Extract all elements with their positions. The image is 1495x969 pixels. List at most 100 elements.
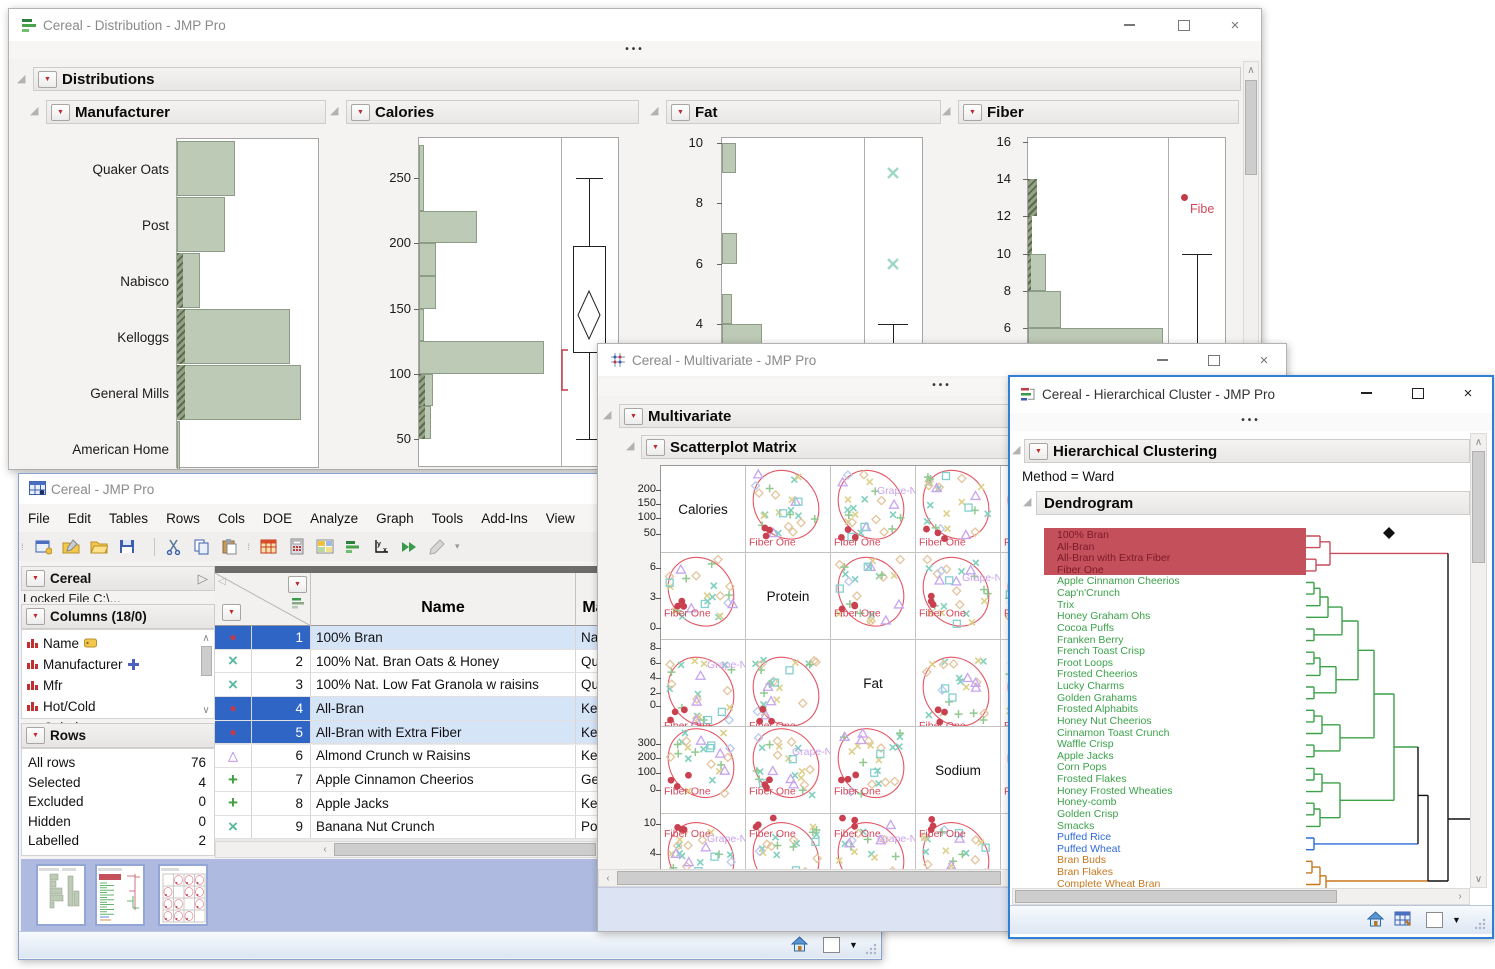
scrollbar-thumb[interactable] [1015, 890, 1337, 903]
dendrogram-leaf-label[interactable]: Bran Flakes [1057, 867, 1113, 879]
outlier-x-marker[interactable] [886, 257, 900, 271]
grid-corner-cell[interactable]: ◁▼▼ [215, 573, 311, 626]
toolbar-window-layout-button[interactable] [313, 536, 337, 558]
toolbar-edit-pencil-button[interactable] [425, 536, 449, 558]
scrollbar-thumb[interactable] [201, 646, 212, 676]
red-triangle-menu-icon[interactable]: ▼ [38, 71, 57, 88]
dendrogram-leaf-label[interactable]: Cap'n'Crunch [1057, 588, 1120, 600]
matrix-scatter-cell[interactable]: Fiber One [661, 727, 746, 814]
cluster-count-slider-diamond[interactable] [1383, 527, 1395, 539]
row-state-marker-cell[interactable]: × [215, 650, 252, 674]
vertical-scrollbar[interactable]: ∧ ∨ [1470, 433, 1487, 888]
toolbar-overflow-dots[interactable]: ••• [9, 41, 1261, 59]
histogram-bar[interactable] [722, 294, 732, 324]
red-triangle-menu-icon[interactable]: ▼ [963, 104, 982, 121]
histogram-bar[interactable] [419, 211, 477, 244]
home-icon[interactable] [791, 936, 808, 957]
row-number-cell[interactable]: 6 [252, 745, 311, 769]
row-number-cell[interactable]: 7 [252, 768, 311, 792]
menu-rows[interactable]: Rows [157, 511, 209, 526]
row-state-marker-cell[interactable]: ● [215, 721, 252, 745]
scrollbar-thumb[interactable] [1472, 451, 1485, 563]
maximize-button[interactable] [1162, 11, 1206, 39]
cell-name[interactable]: Banana Nut Crunch [311, 816, 576, 840]
minimize-button[interactable] [1107, 11, 1151, 39]
disclosure-icon[interactable]: ◢ [30, 106, 38, 117]
disclosure-icon[interactable]: ◢ [942, 106, 950, 117]
cell-name[interactable]: 100% Bran [311, 626, 576, 650]
red-triangle-menu-icon[interactable]: ▼ [26, 727, 45, 744]
cell-name[interactable]: All-Bran [311, 697, 576, 721]
column-header-name[interactable]: Name [311, 573, 576, 626]
toolbar-copy-button[interactable] [190, 536, 214, 558]
histogram-bar[interactable] [1028, 291, 1061, 328]
thumbnail-multivariate[interactable] [158, 864, 208, 926]
scroll-down-icon[interactable]: ∨ [1471, 872, 1486, 886]
distributions-outline-header[interactable]: ▼ Distributions [33, 67, 1241, 91]
distribution-titlebar[interactable]: Cereal - Distribution - JMP Pro × [9, 9, 1261, 41]
matrix-scatter-cell[interactable]: Fiber One [831, 727, 916, 814]
cell-name[interactable]: 100% Nat. Bran Oats & Honey [311, 650, 576, 674]
dendrogram-leaf-label[interactable]: Honey Nut Cheerios [1057, 716, 1152, 728]
toolbar-distribution-button[interactable] [341, 536, 365, 558]
table-panel-header[interactable]: ▼ Cereal ▷ [21, 566, 215, 591]
dendrogram-leaf-label[interactable]: Cocoa Puffs [1057, 623, 1114, 635]
row-number-cell[interactable]: 9 [252, 816, 311, 840]
histogram-bar[interactable] [419, 276, 436, 309]
histogram-bar[interactable] [177, 141, 235, 196]
thumbnail-distribution[interactable] [36, 864, 86, 926]
dendrogram-leaf-label[interactable]: Complete Wheat Bran [1057, 879, 1160, 888]
cell-name[interactable]: Apple Jacks [311, 792, 576, 816]
disclosure-icon[interactable]: ◢ [650, 106, 658, 117]
histogram-bar[interactable] [419, 309, 424, 342]
histogram-bar[interactable] [177, 309, 290, 364]
disclosure-icon[interactable]: ◢ [1012, 445, 1020, 456]
toolbar-save-button[interactable] [115, 536, 139, 558]
cell-name[interactable]: Almond Crunch w Raisins [311, 745, 576, 769]
row-state-marker-cell[interactable]: + [215, 792, 252, 816]
minimize-button[interactable] [1344, 379, 1388, 407]
cell-name[interactable]: Apple Cinnamon Cheerios [311, 768, 576, 792]
close-button[interactable]: × [1213, 11, 1257, 39]
scroll-right-icon[interactable]: › [1453, 890, 1467, 903]
toolbar-paste-button[interactable] [218, 536, 242, 558]
dendrogram-header[interactable]: Dendrogram [1036, 491, 1470, 515]
dendrogram-leaf-label[interactable]: Golden Crisp [1057, 809, 1118, 821]
menu-graph[interactable]: Graph [367, 511, 423, 526]
row-state-marker-cell[interactable]: + [215, 768, 252, 792]
scroll-left-icon[interactable]: ‹ [318, 843, 332, 856]
thumbnail-dendrogram[interactable] [95, 864, 145, 926]
menu-view[interactable]: View [537, 511, 584, 526]
scroll-down-icon[interactable]: ∨ [199, 704, 213, 716]
histogram-bar[interactable] [177, 197, 225, 252]
red-triangle-menu-icon[interactable]: ▼ [288, 576, 307, 593]
toolbar-workflow-button[interactable] [397, 536, 421, 558]
toolbar-open-import-button[interactable] [59, 536, 83, 558]
matrix-scatter-cell[interactable]: Fiber One [831, 553, 916, 640]
cell-name[interactable]: All-Bran with Extra Fiber [311, 721, 576, 745]
row-number-cell[interactable]: 4 [252, 697, 311, 721]
histogram-bar[interactable] [419, 145, 424, 210]
toolbar-cut-button[interactable] [162, 536, 186, 558]
matrix-scatter-cell[interactable]: Fiber OneGrape-Nu [916, 553, 1001, 640]
dendrogram-leaf-label[interactable]: Lucky Charms [1057, 681, 1124, 693]
matrix-scatter-cell[interactable]: Fiber One [916, 466, 1001, 553]
red-triangle-menu-icon[interactable]: ▼ [26, 608, 45, 625]
maximize-button[interactable] [1396, 379, 1440, 407]
red-triangle-menu-icon[interactable]: ▼ [222, 604, 241, 621]
menu-tables[interactable]: Tables [100, 511, 157, 526]
window-list-button[interactable] [1426, 912, 1443, 928]
calories-header[interactable]: ▼ Calories [346, 100, 639, 124]
scrollbar-thumb[interactable] [617, 871, 1001, 885]
cluster-titlebar[interactable]: Cereal - Hierarchical Cluster - JMP Pro … [1010, 377, 1492, 411]
disclosure-icon[interactable]: ◢ [1023, 497, 1031, 508]
disclosure-icon[interactable]: ◢ [330, 106, 338, 117]
matrix-scatter-cell[interactable]: Fiber One [746, 466, 831, 553]
scroll-up-icon[interactable]: ∧ [1244, 62, 1258, 78]
horizontal-scrollbar[interactable]: › [1012, 888, 1470, 905]
window-list-button[interactable] [823, 937, 840, 953]
column-item-mfr[interactable]: Mfr [26, 675, 196, 695]
cluster-outline-header[interactable]: ▼ Hierarchical Clustering [1024, 439, 1470, 463]
menu-analyze[interactable]: Analyze [301, 511, 367, 526]
row-number-cell[interactable]: 3 [252, 673, 311, 697]
